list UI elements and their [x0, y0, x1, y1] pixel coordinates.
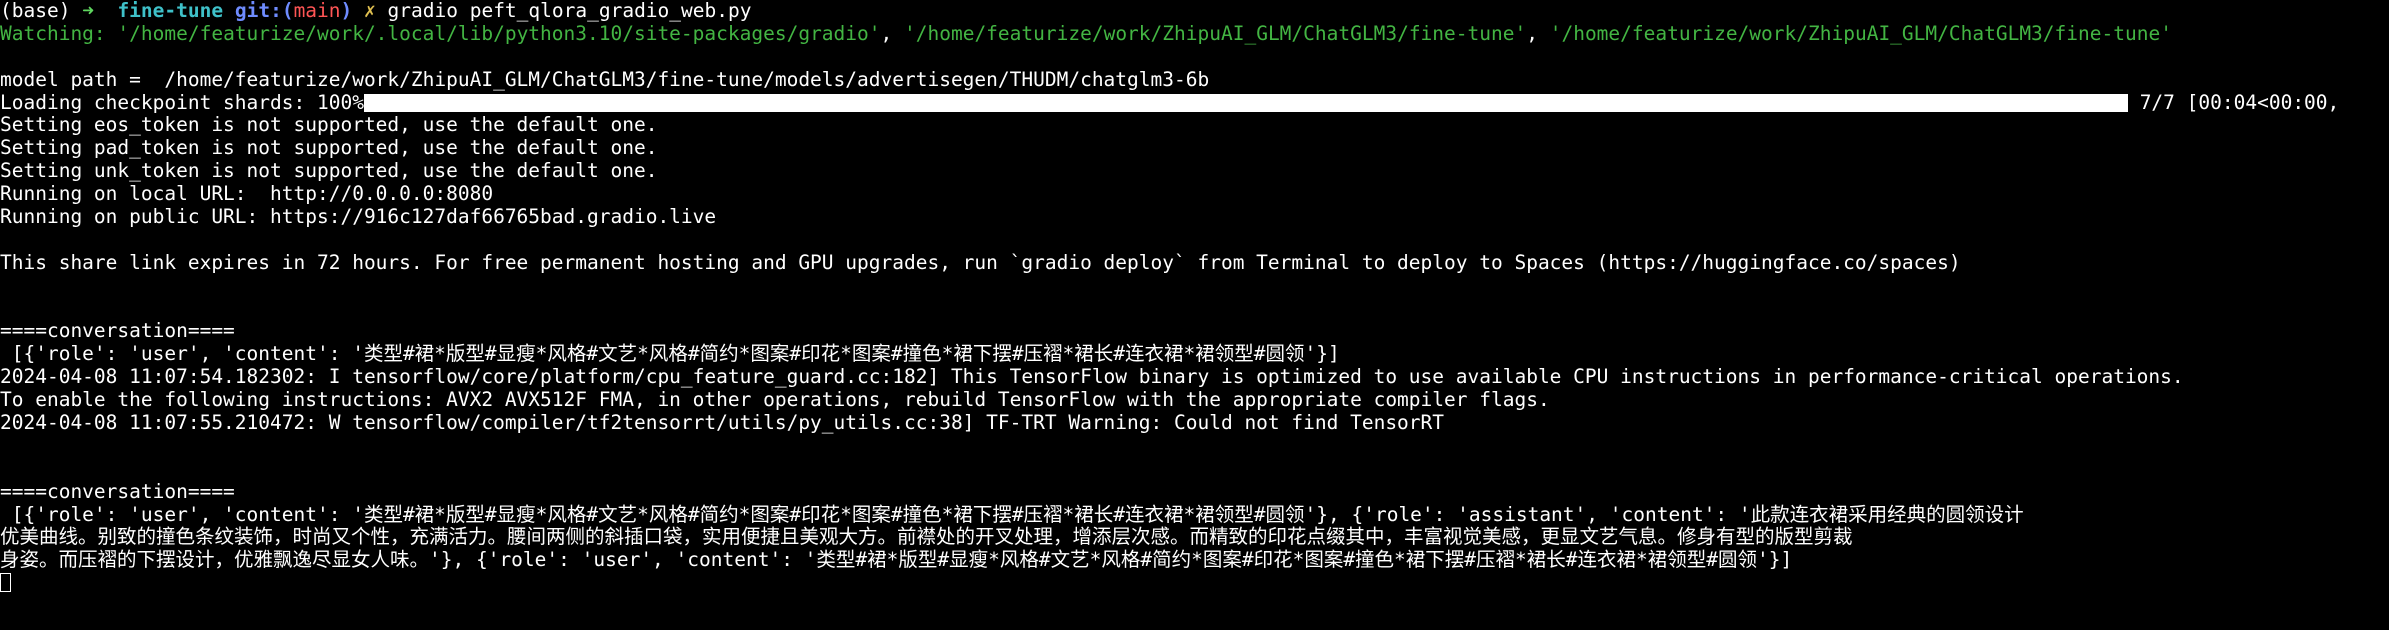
log-line-eos: Setting eos_token is not supported, use …	[0, 114, 658, 137]
watch-path-2: '/home/featurize/work/ZhipuAI_GLM/ChatGL…	[904, 22, 1527, 45]
terminal-window[interactable]: (base) ➜ fine-tune git:(main) ✗ gradio p…	[0, 0, 2389, 630]
tf-log-line-warning: 2024-04-08 11:07:55.210472: W tensorflow…	[0, 412, 1445, 435]
current-directory: fine-tune	[117, 0, 224, 22]
conversation-body-line-2: 优美曲线。别致的撞色条纹装饰，时尚又个性，充满活力。腰间两侧的斜插口袋，实用便捷…	[0, 526, 1853, 549]
watch-sep-1: ,	[880, 22, 904, 45]
conversation-body: [{'role': 'user', 'content': '类型#裙*版型#显瘦…	[0, 343, 1340, 366]
watch-path-3: '/home/featurize/work/ZhipuAI_GLM/ChatGL…	[1549, 22, 2172, 45]
watch-path-1: '/home/featurize/work/.local/lib/python3…	[117, 22, 881, 45]
loading-progress-line: Loading checkpoint shards: 100% 7/7 [00:…	[0, 92, 2389, 115]
conversation-body-line-1: [{'role': 'user', 'content': '类型#裙*版型#显瘦…	[0, 503, 2024, 526]
progress-label: Loading checkpoint shards: 100%	[0, 91, 364, 114]
tf-log-line-info: 2024-04-08 11:07:54.182302: I tensorflow…	[0, 366, 2184, 389]
model-path-line: model path = /home/featurize/work/ZhipuA…	[0, 68, 1210, 91]
conda-env: (base)	[0, 0, 71, 22]
public-url-line: Running on public URL: https://916c127da…	[0, 206, 717, 229]
local-url-line: Running on local URL: http://0.0.0.0:808…	[0, 183, 494, 206]
log-line-unk: Setting unk_token is not supported, use …	[0, 160, 658, 183]
watching-label: Watching:	[0, 22, 118, 45]
conversation-body-line-3: 身姿。而压褶的下摆设计，优雅飘逸尽显女人味。'}, {'role': 'user…	[0, 549, 1793, 572]
watch-sep-2: ,	[1526, 22, 1550, 45]
watching-line: Watching: '/home/featurize/work/.local/l…	[0, 23, 2389, 46]
progress-suffix: 7/7 [00:04<00:00,	[2127, 91, 2340, 114]
progress-bar-fill	[365, 93, 2126, 112]
git-dirty-icon: ✗	[364, 0, 376, 22]
log-line-pad: Setting pad_token is not supported, use …	[0, 137, 658, 160]
git-label-close: )	[340, 0, 353, 22]
share-notice-line: This share link expires in 72 hours. For…	[0, 251, 1961, 274]
terminal-cursor[interactable]	[0, 573, 11, 593]
shell-command: gradio peft_qlora_gradio_web.py	[387, 0, 752, 22]
tf-log-line-flags: To enable the following instructions: AV…	[0, 389, 1550, 412]
git-branch: main	[293, 0, 341, 22]
cursor-line[interactable]	[0, 572, 2389, 595]
conversation-header: ====conversation====	[0, 480, 235, 503]
conversation-header: ====conversation====	[0, 320, 235, 343]
progress-bar	[363, 93, 2128, 112]
git-label: git:(	[234, 0, 294, 22]
prompt-arrow-icon: ➜	[82, 0, 94, 22]
shell-prompt-line: (base) ➜ fine-tune git:(main) ✗ gradio p…	[0, 0, 2389, 23]
